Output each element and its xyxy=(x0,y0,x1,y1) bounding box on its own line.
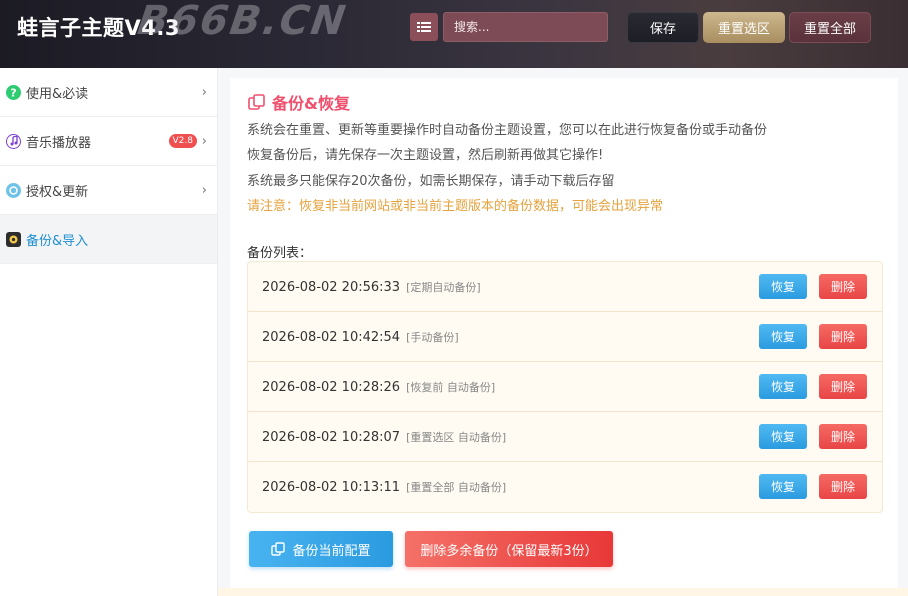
reset-selection-button[interactable]: 重置选区 xyxy=(703,12,785,43)
backup-time: 2026-08-02 10:13:11 xyxy=(262,480,401,495)
delete-button[interactable]: 删除 xyxy=(819,374,867,399)
backup-now-label: 备份当前配置 xyxy=(292,543,371,559)
backup-list: 2026-08-02 20:56:33 [定期自动备份] 恢复 删除 2026-0… xyxy=(247,261,883,513)
refresh-circle-icon xyxy=(6,182,21,198)
list-item: 2026-08-02 10:28:07 [重置选区 自动备份] 恢复 删除 xyxy=(248,412,882,462)
restore-button[interactable]: 恢复 xyxy=(759,424,807,449)
backup-type: [恢复前 自动备份] xyxy=(406,381,496,394)
backup-list-label: 备份列表： xyxy=(247,246,313,261)
section-title: 备份&恢复 xyxy=(248,90,350,114)
sidebar-item-label: 音乐播放器 xyxy=(26,135,92,151)
description-line: 恢复备份后，请先保存一次主题设置，然后刷新再做其它操作! xyxy=(247,148,604,163)
list-menu-icon xyxy=(417,22,431,32)
chevron-right-icon: › xyxy=(201,134,207,149)
backup-time: 2026-08-02 20:56:33 xyxy=(262,280,401,295)
sidebar-item-label: 备份&导入 xyxy=(26,233,89,249)
svg-text:?: ? xyxy=(10,86,16,99)
list-item: 2026-08-02 10:42:54 [手动备份] 恢复 删除 xyxy=(248,312,882,362)
save-button[interactable]: 保存 xyxy=(627,12,699,43)
question-circle-icon: ? xyxy=(6,84,21,100)
chevron-right-icon: › xyxy=(201,183,207,198)
backup-icon xyxy=(6,231,21,247)
version-badge: V2.8 xyxy=(168,134,197,148)
backup-now-button[interactable]: 备份当前配置 xyxy=(249,531,393,567)
watermark-logo: B66B.CN xyxy=(134,0,350,44)
list-item: 2026-08-02 20:56:33 [定期自动备份] 恢复 删除 xyxy=(248,262,882,312)
list-item: 2026-08-02 10:28:26 [恢复前 自动备份] 恢复 删除 xyxy=(248,362,882,412)
sidebar: ? 使用&必读 › 音乐播放器 V2.8 › 授权&更新 › 备份&导入 xyxy=(0,68,218,596)
backup-type: [手动备份] xyxy=(406,331,459,344)
backup-type: [定期自动备份] xyxy=(406,281,481,294)
delete-button[interactable]: 删除 xyxy=(819,424,867,449)
backup-panel: 备份&恢复 系统会在重置、更新等重要操作时自动备份主题设置，您可以在此进行恢复备… xyxy=(230,78,898,588)
main-content: 备份&恢复 系统会在重置、更新等重要操作时自动备份主题设置，您可以在此进行恢复备… xyxy=(218,68,908,596)
delete-button[interactable]: 删除 xyxy=(819,324,867,349)
music-note-icon xyxy=(6,133,21,149)
chevron-right-icon: › xyxy=(201,85,207,100)
restore-button[interactable]: 恢复 xyxy=(759,324,807,349)
restore-button[interactable]: 恢复 xyxy=(759,474,807,499)
description-line: 系统会在重置、更新等重要操作时自动备份主题设置，您可以在此进行恢复备份或手动备份 xyxy=(247,123,768,138)
page-title: 备份&恢复 xyxy=(272,94,350,113)
sidebar-item-label: 授权&更新 xyxy=(26,184,89,200)
backup-type: [重置全部 自动备份] xyxy=(406,481,507,494)
delete-extra-backups-button[interactable]: 删除多余备份（保留最新3份） xyxy=(405,531,613,567)
delete-button[interactable]: 删除 xyxy=(819,474,867,499)
list-item: 2026-08-02 10:13:11 [重置全部 自动备份] 恢复 删除 xyxy=(248,462,882,512)
sidebar-item-backup[interactable]: 备份&导入 xyxy=(0,215,217,264)
sidebar-item-label: 使用&必读 xyxy=(26,86,89,102)
backup-time: 2026-08-02 10:28:26 xyxy=(262,380,401,395)
sidebar-item-license[interactable]: 授权&更新 › xyxy=(0,166,217,215)
restore-button[interactable]: 恢复 xyxy=(759,274,807,299)
copy-icon xyxy=(248,94,265,110)
bottom-strip xyxy=(218,588,908,596)
backup-time: 2026-08-02 10:42:54 xyxy=(262,330,401,345)
menu-toggle-button[interactable] xyxy=(410,13,438,41)
restore-button[interactable]: 恢复 xyxy=(759,374,807,399)
sidebar-item-music[interactable]: 音乐播放器 V2.8 › xyxy=(0,117,217,166)
backup-time: 2026-08-02 10:28:07 xyxy=(262,430,401,445)
delete-button[interactable]: 删除 xyxy=(819,274,867,299)
copy-icon xyxy=(271,542,286,556)
top-header: 蛙言子主题V4.3 B66B.CN 保存 重置选区 重置全部 xyxy=(0,0,908,68)
reset-all-button[interactable]: 重置全部 xyxy=(789,12,871,43)
backup-type: [重置选区 自动备份] xyxy=(406,431,507,444)
warning-text: 请注意：恢复非当前网站或非当前主题版本的备份数据，可能会出现异常 xyxy=(247,199,664,214)
search-input[interactable] xyxy=(443,12,608,42)
description-line: 系统最多只能保存20次备份，如需长期保存，请手动下载后存留 xyxy=(247,174,615,189)
sidebar-item-usage[interactable]: ? 使用&必读 › xyxy=(0,68,217,117)
